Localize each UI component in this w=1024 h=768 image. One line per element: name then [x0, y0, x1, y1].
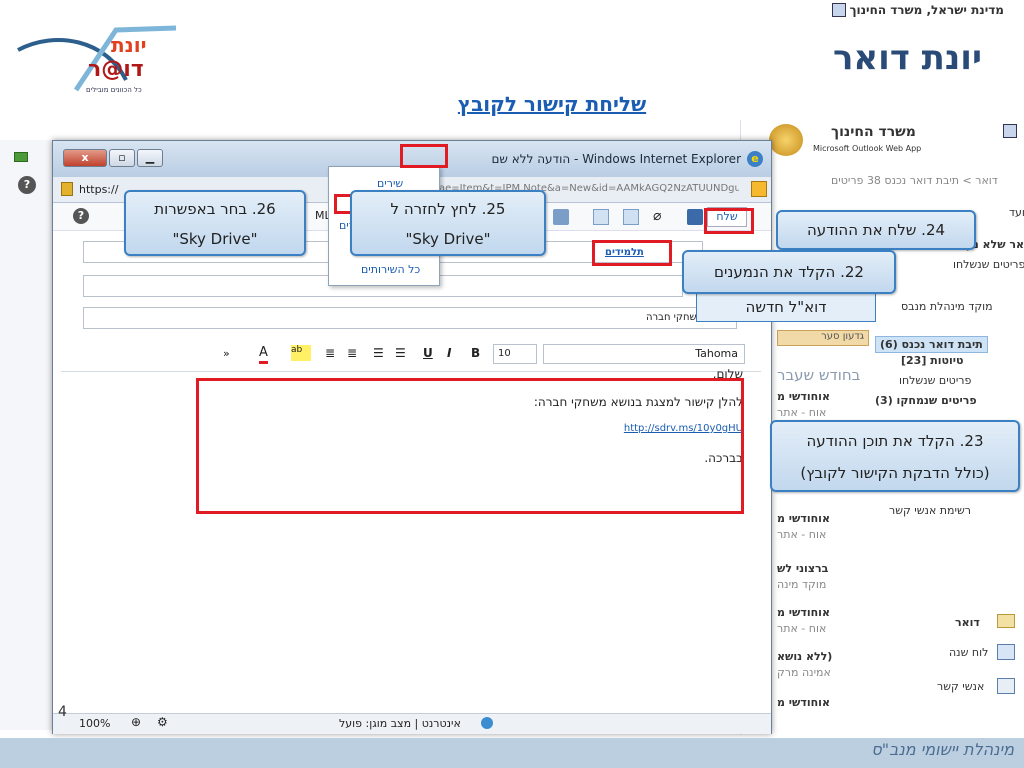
ie-status-bar: 100% ⊕ ⚙ אינטרנט | מצב מוגן: פועל [53, 713, 771, 734]
callout-26: 26. בחר באפשרות "Sky Drive" [124, 190, 306, 256]
bullet-list-icon[interactable]: ☰ [395, 346, 406, 360]
callout-25-line2: "Sky Drive" [405, 230, 491, 248]
indent-icon[interactable]: ≣ [325, 346, 335, 360]
more-options-icon[interactable]: » [223, 347, 230, 360]
font-size-select[interactable]: 10 [493, 344, 537, 364]
address-book-icon[interactable] [593, 209, 609, 225]
callout-22-under: דוא"ל חדשה [696, 292, 876, 322]
bold-icon[interactable]: B [471, 346, 480, 360]
module-mail[interactable]: דואר [955, 616, 980, 629]
ministry-header: מדינת ישראל, משרד החינוך [831, 3, 1004, 17]
help-icon[interactable]: ? [73, 208, 89, 224]
ie-title: הודעה ללא שם - Windows Internet Explorer [491, 152, 741, 166]
folder-inbox[interactable]: תיבת דואר נכנס (6) [875, 336, 988, 353]
contacts-icon [997, 678, 1015, 694]
folder-contacts[interactable]: רשימת אנשי קשר [889, 504, 971, 517]
maximize-button[interactable]: ▫ [109, 149, 135, 167]
url-scheme[interactable]: https:// [79, 183, 118, 196]
mail-icon [997, 614, 1015, 628]
callout-26-line2: "Sky Drive" [172, 230, 258, 248]
message-sub: אוח - אתר [777, 528, 827, 541]
close-button[interactable]: x [63, 149, 107, 167]
owa-org: משרד החינוך [831, 124, 916, 140]
emblem-icon [1003, 124, 1017, 138]
callout-23: 23. הקלד את תוכן ההודעה (כולל הדבקת הקיש… [770, 420, 1020, 492]
protected-mode-icon: ⚙ [157, 715, 168, 729]
font-name-value: Tahoma [695, 347, 738, 360]
message-sender[interactable]: אוחודשי מ [777, 696, 830, 709]
outdent-icon[interactable]: ≣ [347, 346, 357, 360]
callout-25-line1: 25. לחץ לחזרה ל [390, 200, 506, 218]
callout-26-line1: 26. בחר באפשרות [154, 200, 276, 218]
owa-left-strip: ? [0, 140, 60, 730]
help-icon[interactable]: ? [18, 176, 36, 194]
folder-favorites[interactable]: מועד [1009, 206, 1024, 219]
message-sub: אוח - אתר [777, 622, 827, 635]
app-title: יונת דואר [832, 38, 982, 78]
font-color-icon[interactable]: A [259, 345, 268, 364]
dropdown-item[interactable]: שירים [377, 177, 403, 190]
save-icon[interactable] [687, 209, 703, 225]
message-sub: אמינה מרק [777, 666, 831, 679]
folder-sent[interactable]: פריטים שנשלחו [953, 258, 1024, 271]
message-sub: מוקד מינה [777, 578, 827, 591]
module-contacts[interactable]: אנשי קשר [937, 680, 984, 693]
calendar-icon [997, 644, 1015, 660]
font-size-value: 10 [498, 348, 511, 359]
owa-product: Microsoft Outlook Web App [813, 144, 922, 153]
folder-deleted[interactable]: פריטים שנמחקו (3) [875, 394, 977, 407]
highlight-icon[interactable]: ab [291, 345, 311, 361]
message-sender[interactable]: אוחודשי מ [777, 606, 830, 619]
slide-title: שליחת קישור לקובץ [457, 92, 647, 116]
numbered-list-icon[interactable]: ☰ [373, 346, 384, 360]
folder-sent-items[interactable]: פריטים שנשלחו [899, 374, 971, 387]
underline-icon[interactable]: U [423, 346, 433, 360]
subject-field[interactable]: מצגת משחקי חברה [83, 307, 737, 329]
check-names-icon[interactable] [553, 209, 569, 225]
search-box[interactable]: גדעון סער [777, 330, 869, 346]
callout-23-line2: (כולל הדבקת הקישור לקובץ) [800, 464, 990, 482]
zoom-icon[interactable]: ⊕ [131, 715, 141, 729]
message-sender[interactable]: ברצוני לש [777, 562, 828, 575]
highlight-body [196, 378, 744, 514]
mailbox-root[interactable]: מוקד מינהלת מנבס [901, 300, 993, 313]
footer-text: מינהלת יישומי מנב"ס [871, 740, 1014, 759]
italic-icon[interactable]: I [447, 346, 451, 360]
dropdown-item-all-services[interactable]: כל השירותים [361, 263, 420, 276]
folder-drafts[interactable]: טיוטות [23] [901, 354, 963, 367]
message-sub: אוח - אתר [777, 406, 827, 419]
highlight-tab [400, 144, 448, 168]
callout-25: 25. לחץ לחזרה ל "Sky Drive" [350, 190, 546, 256]
owl-logo-icon [769, 124, 803, 156]
highlight-send [704, 208, 754, 234]
callout-23-line1: 23. הקלד את תוכן ההודעה [806, 432, 984, 450]
lock-icon [61, 182, 73, 196]
security-zone: אינטרנט | מצב מוגן: פועל [339, 717, 461, 730]
message-sender[interactable]: אוחודשי מ [777, 512, 830, 525]
callout-22: 22. הקלד את הנמענים [682, 250, 896, 294]
module-calendar[interactable]: לוח שנה [949, 646, 988, 659]
formatting-toolbar: » A ab ≣ ≣ ☰ ☰ U I B 10 Tahoma [223, 343, 749, 367]
highlight-recipients [592, 240, 672, 266]
globe-icon [481, 717, 493, 729]
owa-breadcrumb[interactable]: דואר > תיבת דואר נכנס 38 פריטים [831, 174, 998, 187]
message-sender[interactable]: (ללא נושא [777, 650, 832, 663]
message-sender[interactable]: אוחודשי מ [777, 390, 830, 403]
list-section-header: בחודש שעבר [777, 366, 861, 384]
logo-word-2: דו@ר [88, 57, 144, 82]
status-icon [14, 152, 28, 162]
ministry-name: מדינת ישראל, משרד החינוך [849, 3, 1004, 17]
callout-24: 24. שלח את ההודעה [776, 210, 976, 250]
ie-logo-icon: e [747, 151, 763, 167]
font-name-select[interactable]: Tahoma [543, 344, 745, 364]
compat-icon[interactable] [751, 181, 767, 197]
yonat-doar-logo: יונת דו@ר כל הכוונים מובילים [17, 25, 176, 94]
state-emblem-icon [831, 3, 846, 17]
page-number: 4 [58, 704, 67, 720]
zoom-level[interactable]: 100% [79, 717, 110, 730]
attach-icon[interactable]: ⌀ [653, 208, 661, 224]
minimize-button[interactable]: ▁ [137, 149, 163, 167]
insert-image-icon[interactable] [623, 209, 639, 225]
logo-word-1: יונת [111, 33, 146, 57]
